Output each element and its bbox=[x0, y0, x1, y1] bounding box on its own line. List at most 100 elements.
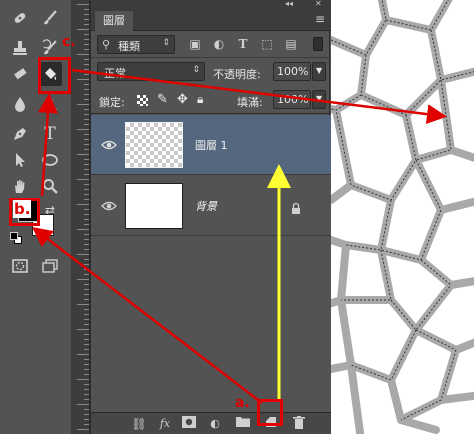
ruler-tick bbox=[84, 219, 89, 220]
clone-stamp-icon[interactable] bbox=[8, 36, 32, 60]
layers-bottom-bar: ⛓ fx ◐ bbox=[91, 412, 331, 434]
layer-thumbnail bbox=[125, 122, 183, 168]
fill-input[interactable]: 100% bbox=[273, 90, 311, 109]
filter-smart-object-icon[interactable]: ▤ bbox=[283, 36, 299, 52]
hand-icon[interactable] bbox=[8, 174, 32, 198]
tab-layers[interactable]: 圖層 bbox=[95, 11, 133, 31]
ruler-tick bbox=[84, 359, 89, 360]
filter-kind-value: 種類 bbox=[118, 40, 140, 53]
panel-tab-bar: 圖層 ≡ bbox=[91, 9, 331, 31]
filter-kind-select[interactable]: ⚲ 種類 ⇕ bbox=[97, 35, 175, 54]
opacity-dropdown-button[interactable]: ▼ bbox=[312, 62, 326, 81]
eraser-icon[interactable] bbox=[8, 62, 32, 86]
layers-list: 圖層 1 背景 bbox=[91, 115, 331, 412]
lock-position-icon[interactable]: ✥ bbox=[177, 92, 188, 107]
document-canvas[interactable] bbox=[331, 0, 474, 434]
close-panel-icon[interactable]: ✕ bbox=[315, 0, 322, 8]
ruler-tick bbox=[84, 364, 89, 365]
ruler-tick bbox=[84, 419, 89, 420]
ellipse-icon[interactable] bbox=[38, 148, 62, 172]
type-icon[interactable]: T bbox=[38, 122, 62, 146]
ruler-tick bbox=[84, 214, 89, 215]
spot-healing-icon[interactable] bbox=[8, 6, 32, 30]
default-colors-icon[interactable] bbox=[10, 232, 22, 244]
ruler-tick bbox=[84, 244, 89, 245]
ruler-tick bbox=[84, 264, 89, 265]
ruler-tick bbox=[77, 29, 89, 30]
ruler-tick bbox=[84, 84, 89, 85]
filter-pixel-icon[interactable]: ▣ bbox=[187, 36, 203, 52]
ruler-tick bbox=[84, 119, 89, 120]
tools-panel: T ⇄ bbox=[0, 0, 72, 434]
chevron-updown-icon: ⇕ bbox=[162, 38, 170, 48]
brush-icon[interactable] bbox=[38, 6, 62, 30]
panel-menu-icon[interactable]: ≡ bbox=[315, 12, 325, 26]
ruler-tick bbox=[84, 164, 89, 165]
lock-all-icon[interactable]: 🔒︎ bbox=[197, 92, 203, 107]
chevron-updown-icon: ⇕ bbox=[192, 65, 200, 75]
mask-icon[interactable] bbox=[181, 416, 197, 432]
lock-transparent-icon[interactable] bbox=[137, 95, 148, 106]
ruler-tick bbox=[84, 189, 89, 190]
layer-name: 背景 bbox=[195, 200, 217, 213]
fill-dropdown-button[interactable]: ▼ bbox=[312, 90, 326, 109]
blur-icon[interactable] bbox=[8, 92, 32, 116]
opacity-value: 100% bbox=[277, 65, 309, 78]
ruler-tick bbox=[84, 314, 89, 315]
eye-icon[interactable] bbox=[101, 137, 117, 153]
ruler-tick bbox=[77, 354, 89, 355]
ruler-tick bbox=[77, 54, 89, 55]
collapse-icon[interactable]: ◂◂ bbox=[285, 0, 293, 8]
ruler-tick bbox=[77, 229, 89, 230]
lock-icon bbox=[291, 200, 301, 219]
eye-icon[interactable] bbox=[101, 198, 117, 214]
fx-icon[interactable]: fx bbox=[157, 416, 173, 432]
ruler-tick bbox=[77, 204, 89, 205]
link-icon[interactable]: ⛓ bbox=[131, 416, 147, 432]
new-layer-icon[interactable] bbox=[263, 416, 279, 432]
ruler-tick bbox=[84, 399, 89, 400]
ruler-tick bbox=[84, 284, 89, 285]
opacity-input[interactable]: 100% bbox=[273, 62, 311, 81]
layer-name: 圖層 1 bbox=[195, 139, 228, 152]
dodge-icon[interactable] bbox=[38, 92, 62, 116]
zoom-icon[interactable] bbox=[38, 174, 62, 198]
ruler-tick bbox=[84, 139, 89, 140]
paint-bucket-icon[interactable] bbox=[38, 62, 62, 86]
filter-adjustment-icon[interactable]: ◐ bbox=[211, 36, 227, 52]
ruler-tick bbox=[84, 249, 89, 250]
ruler-tick bbox=[84, 14, 89, 15]
ruler-tick bbox=[84, 99, 89, 100]
adjustment-icon[interactable]: ◐ bbox=[207, 416, 223, 432]
ruler-tick bbox=[84, 414, 89, 415]
ruler-tick bbox=[77, 154, 89, 155]
ruler-tick bbox=[84, 319, 89, 320]
foreground-color-swatch[interactable] bbox=[18, 200, 40, 222]
layers-panel: ◂◂ ✕ 圖層 ≡ ⚲ 種類 ⇕ ▣ ◐ T ⬚ ▤ 正常 ⇕ 不透明度: 10… bbox=[90, 0, 331, 434]
ruler-tick bbox=[84, 149, 89, 150]
ruler-tick bbox=[77, 104, 89, 105]
filter-row: ⚲ 種類 ⇕ ▣ ◐ T ⬚ ▤ bbox=[91, 31, 331, 58]
pen-icon[interactable] bbox=[8, 122, 32, 146]
lock-image-icon[interactable]: ✎ bbox=[157, 92, 168, 107]
filter-shape-icon[interactable]: ⬚ bbox=[259, 36, 275, 52]
history-brush-icon[interactable] bbox=[38, 36, 62, 60]
path-select-icon[interactable] bbox=[8, 148, 32, 172]
screen-mode-icon[interactable] bbox=[38, 254, 62, 278]
ruler-tick bbox=[84, 409, 89, 410]
layer-row-layer1[interactable]: 圖層 1 bbox=[91, 115, 331, 175]
ruler-tick bbox=[84, 274, 89, 275]
folder-icon[interactable] bbox=[235, 416, 251, 432]
ruler-tick bbox=[84, 109, 89, 110]
ruler-tick bbox=[84, 369, 89, 370]
layer-row-background[interactable]: 背景 bbox=[91, 176, 331, 236]
ruler-tick bbox=[84, 239, 89, 240]
filter-type-icon[interactable]: T bbox=[235, 36, 251, 52]
fill-label: 填滿: bbox=[237, 96, 263, 109]
opacity-label: 不透明度: bbox=[213, 68, 261, 81]
ruler-tick bbox=[77, 304, 89, 305]
quick-mask-icon[interactable] bbox=[8, 254, 32, 278]
filter-toggle[interactable] bbox=[313, 37, 323, 51]
trash-icon[interactable] bbox=[291, 416, 307, 432]
blend-mode-select[interactable]: 正常 ⇕ bbox=[97, 62, 205, 81]
